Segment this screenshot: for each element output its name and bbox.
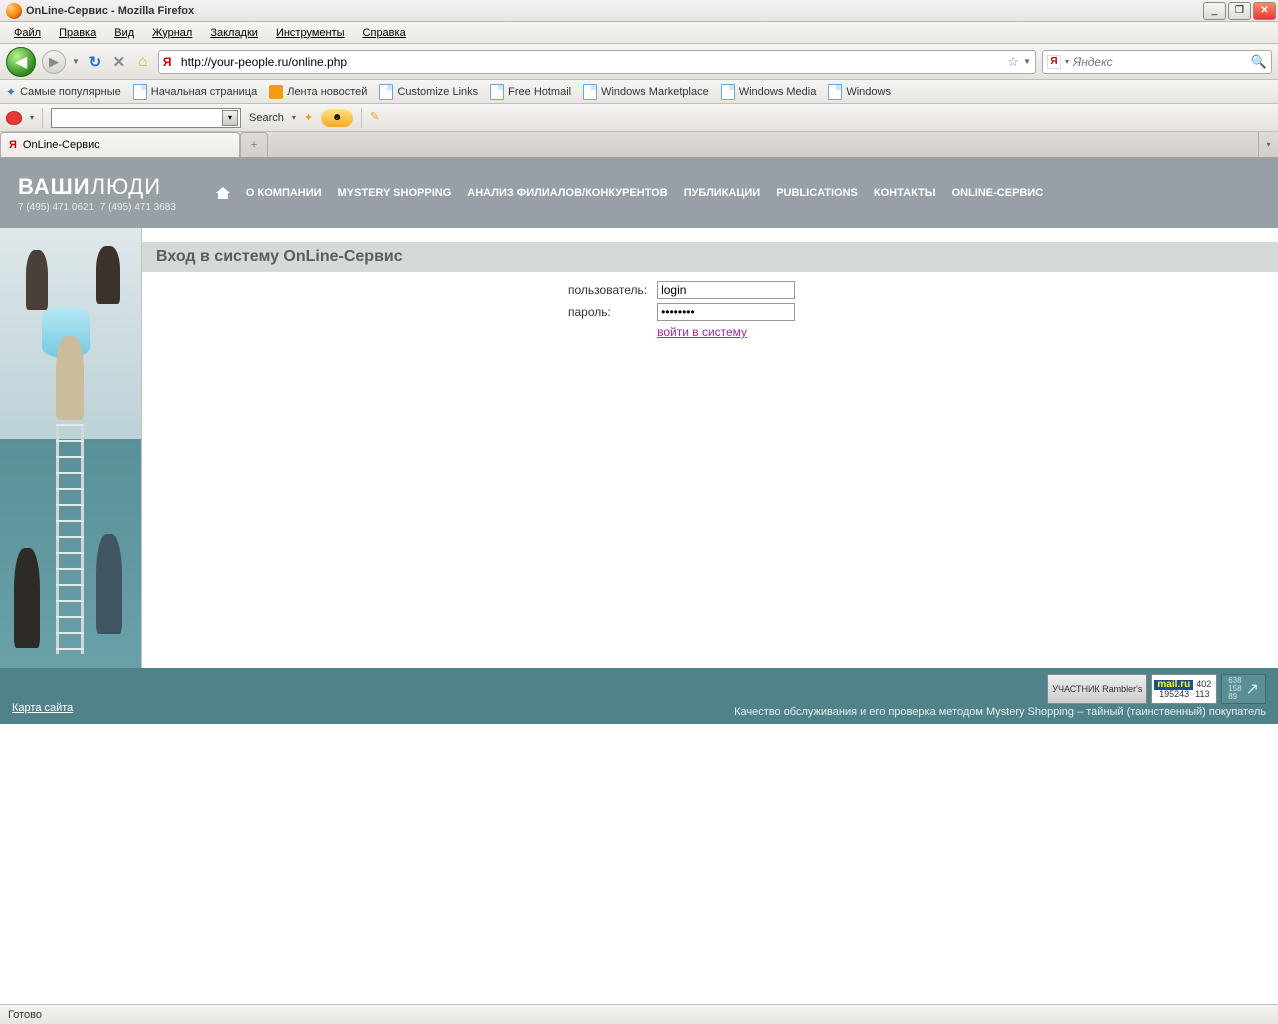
close-button[interactable]: ✕ [1253, 2, 1276, 20]
home-button[interactable]: ⌂ [134, 53, 152, 71]
menu-tools[interactable]: Инструменты [268, 25, 353, 41]
site-footer: УЧАСТНИК Rambler's mail.ru 402 195243 11… [0, 668, 1278, 724]
bookmarks-toolbar: ✦Самые популярные Начальная страница Лен… [0, 80, 1278, 104]
browser-statusbar: Готово [0, 1004, 1278, 1024]
menu-edit[interactable]: Правка [51, 25, 104, 41]
forward-button[interactable]: ▶ [42, 50, 66, 74]
user-label: пользователь: [564, 280, 651, 300]
site-header: ВАШИЛЮДИ 7 (495) 471 0621 7 (495) 471 36… [0, 158, 1278, 228]
page-icon [828, 84, 842, 100]
search-engine-icon[interactable]: Я [1047, 55, 1061, 69]
bookmark-news[interactable]: Лента новостей [269, 85, 367, 99]
username-input[interactable] [657, 281, 795, 299]
smiley-icon[interactable]: ☻ [321, 109, 353, 127]
menu-history[interactable]: Журнал [144, 25, 200, 41]
bookmark-popular[interactable]: ✦Самые популярные [6, 85, 121, 99]
addon-combo[interactable]: ▾ [51, 108, 241, 128]
separator [42, 108, 43, 128]
bookmark-startpage[interactable]: Начальная страница [133, 84, 257, 100]
search-go-icon[interactable]: 🔍 [1251, 54, 1267, 70]
nav-online-service[interactable]: ONLINE-СЕРВИС [952, 187, 1044, 199]
nav-mystery[interactable]: MYSTERY SHOPPING [338, 187, 452, 199]
nav-publications-ru[interactable]: ПУБЛИКАЦИИ [684, 187, 761, 199]
maximize-button[interactable]: ❐ [1228, 2, 1251, 20]
page-icon [379, 84, 393, 100]
page-icon [133, 84, 147, 100]
highlighter-icon[interactable]: ✎ [370, 110, 386, 126]
footer-tagline: Качество обслуживания и его проверка мет… [734, 706, 1266, 718]
window-titlebar: OnLine-Сервис - Mozilla Firefox _ ❐ ✕ [0, 0, 1278, 22]
login-submit-link[interactable]: войти в систему [657, 325, 747, 339]
star-icon: ✦ [6, 85, 16, 99]
tab-active[interactable]: Я OnLine-Сервис [0, 132, 240, 157]
main-area: Вход в систему OnLine-Сервис пользовател… [142, 228, 1278, 668]
addon-search-label: Search [249, 112, 284, 124]
bookmark-marketplace[interactable]: Windows Marketplace [583, 84, 709, 100]
sidebar-illustration [0, 228, 142, 668]
rambler-badge[interactable]: УЧАСТНИК Rambler's [1047, 674, 1147, 704]
search-box[interactable]: Я ▾ 🔍 [1042, 50, 1272, 74]
pass-label: пароль: [564, 302, 651, 322]
url-bar[interactable]: Я ☆ ▼ [158, 50, 1036, 74]
menu-help[interactable]: Справка [355, 25, 414, 41]
history-dropdown-icon[interactable]: ▼ [72, 57, 80, 66]
url-dropdown-icon[interactable]: ▼ [1023, 57, 1031, 66]
bookmark-hotmail[interactable]: Free Hotmail [490, 84, 571, 100]
minimize-button[interactable]: _ [1203, 2, 1226, 20]
back-button[interactable]: ◀ [6, 47, 36, 77]
page-icon [721, 84, 735, 100]
menu-file[interactable]: Файл [6, 25, 49, 41]
addon-toolbar: ▾ ▾ Search ▾ ✦ ☻ ✎ [0, 104, 1278, 132]
nav-contacts[interactable]: КОНТАКТЫ [874, 187, 936, 199]
nav-about[interactable]: О КОМПАНИИ [246, 187, 322, 199]
new-tab-button[interactable]: + [240, 132, 268, 157]
site-logo[interactable]: ВАШИЛЮДИ 7 (495) 471 0621 7 (495) 471 36… [18, 174, 176, 213]
page-icon [583, 84, 597, 100]
tab-title: OnLine-Сервис [23, 139, 100, 151]
combo-dropdown-icon[interactable]: ▾ [222, 110, 238, 126]
bookmark-media[interactable]: Windows Media [721, 84, 817, 100]
page-icon [490, 84, 504, 100]
nav-publications-en[interactable]: PUBLICATIONS [776, 187, 858, 199]
menu-view[interactable]: Вид [106, 25, 142, 41]
status-text: Готово [8, 1009, 42, 1021]
rss-icon [269, 85, 283, 99]
page-title: Вход в систему OnLine-Сервис [142, 242, 1278, 272]
tab-favicon-icon: Я [9, 139, 17, 151]
separator [361, 108, 362, 128]
firefox-icon [6, 3, 22, 19]
search-input[interactable] [1073, 55, 1247, 69]
wand-icon[interactable]: ✦ [304, 111, 313, 124]
liveinternet-badge[interactable]: 638 158 89 ↗ [1221, 674, 1266, 704]
arrow-up-icon: ↗ [1246, 679, 1259, 699]
login-form: пользователь: пароль: войти в систему [562, 278, 1278, 342]
tab-strip: Я OnLine-Сервис + ▾ [0, 132, 1278, 158]
site-nav: О КОМПАНИИ MYSTERY SHOPPING АНАЛИЗ ФИЛИА… [216, 187, 1043, 199]
search-engine-dropdown-icon[interactable]: ▾ [1065, 57, 1069, 66]
yandex-favicon-icon: Я [163, 55, 177, 69]
bookmark-customize[interactable]: Customize Links [379, 84, 478, 100]
menu-bar: Файл Правка Вид Журнал Закладки Инструме… [0, 22, 1278, 44]
bookmark-star-icon[interactable]: ☆ [1007, 54, 1019, 70]
ladybug-icon[interactable] [6, 111, 22, 125]
navigation-toolbar: ◀ ▶ ▼ ↻ ✕ ⌂ Я ☆ ▼ Я ▾ 🔍 [0, 44, 1278, 80]
nav-analysis[interactable]: АНАЛИЗ ФИЛИАЛОВ/КОНКУРЕНТОВ [467, 187, 667, 199]
mailru-badge[interactable]: mail.ru 402 195243 113 [1151, 674, 1217, 704]
password-input[interactable] [657, 303, 795, 321]
reload-button[interactable]: ↻ [86, 53, 104, 71]
window-title: OnLine-Сервис - Mozilla Firefox [26, 5, 1203, 17]
menu-bookmarks[interactable]: Закладки [202, 25, 266, 41]
url-input[interactable] [181, 55, 1004, 69]
bookmark-windows[interactable]: Windows [828, 84, 891, 100]
addon-dropdown-icon[interactable]: ▾ [30, 113, 34, 122]
page-content: ВАШИЛЮДИ 7 (495) 471 0621 7 (495) 471 36… [0, 158, 1278, 724]
nav-home-icon[interactable] [216, 187, 230, 199]
list-all-tabs-icon[interactable]: ▾ [1258, 132, 1278, 157]
sitemap-link[interactable]: Карта сайта [12, 702, 73, 714]
stop-button[interactable]: ✕ [110, 53, 128, 71]
search-dropdown-icon[interactable]: ▾ [292, 113, 296, 122]
